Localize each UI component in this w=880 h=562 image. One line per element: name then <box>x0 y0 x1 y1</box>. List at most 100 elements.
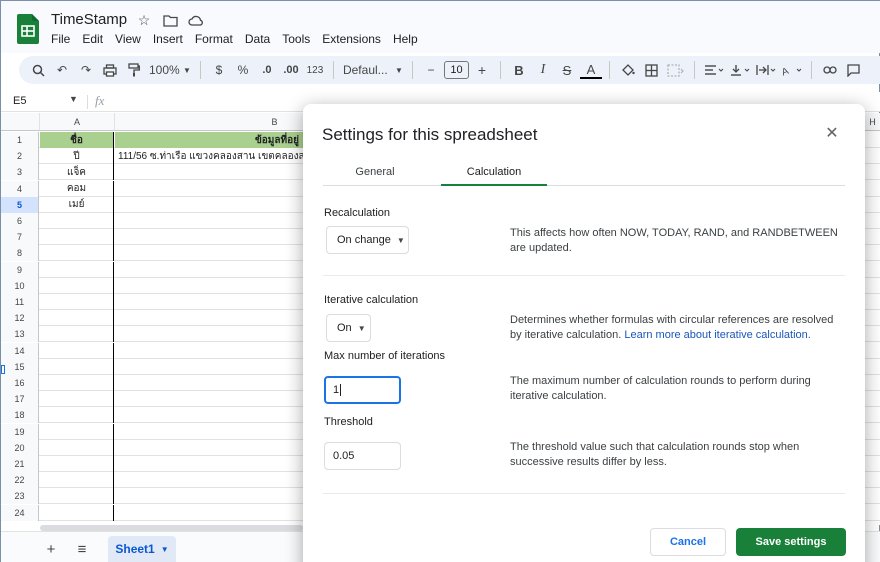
cell-a[interactable]: คอม <box>40 180 114 197</box>
cell-b[interactable] <box>115 197 305 213</box>
row-header[interactable]: 11 <box>1 294 39 310</box>
strikethrough-button[interactable]: S <box>556 59 578 81</box>
cell-b[interactable] <box>115 359 305 375</box>
row-header[interactable]: 18 <box>1 407 39 424</box>
cell-b[interactable] <box>115 391 305 407</box>
horizontal-align-icon[interactable] <box>702 59 726 81</box>
cell-a[interactable]: เมย์ <box>40 196 114 213</box>
font-size-input[interactable]: 10 <box>443 61 469 79</box>
cell-a[interactable] <box>40 439 114 456</box>
cell-a[interactable] <box>40 423 114 440</box>
cell-b[interactable]: 111/56 ซ.ท่าเรือ แขวงคลองสาน เขตคลองส <box>115 148 305 164</box>
star-icon[interactable]: ☆ <box>135 11 153 29</box>
cell-b[interactable] <box>115 245 305 261</box>
cell-b[interactable] <box>115 213 305 229</box>
select-all-corner[interactable] <box>1 113 40 131</box>
cell-b[interactable] <box>115 326 305 342</box>
row-header[interactable]: 19 <box>1 423 39 440</box>
cell-b[interactable] <box>115 262 305 278</box>
cell-b[interactable] <box>115 407 305 423</box>
insert-link-icon[interactable] <box>819 59 841 81</box>
cell-b[interactable] <box>115 440 305 456</box>
menu-help[interactable]: Help <box>387 32 424 46</box>
cell-a[interactable] <box>40 375 114 391</box>
cell-a[interactable] <box>40 213 114 229</box>
cell-a[interactable] <box>40 456 114 472</box>
cell-a[interactable] <box>40 229 114 246</box>
cell-b[interactable] <box>115 456 305 472</box>
row-header[interactable]: 7 <box>1 229 39 246</box>
row-header[interactable]: 10 <box>1 277 39 294</box>
undo-icon[interactable]: ↶ <box>51 59 73 81</box>
menu-insert[interactable]: Insert <box>147 32 189 46</box>
row-header[interactable]: 9 <box>1 261 39 278</box>
menu-extensions[interactable]: Extensions <box>316 32 387 46</box>
name-box[interactable]: E5 <box>13 95 26 107</box>
menu-tools[interactable]: Tools <box>276 32 316 46</box>
fill-color-icon[interactable] <box>617 59 639 81</box>
menu-edit[interactable]: Edit <box>76 32 109 46</box>
cell-b[interactable] <box>115 310 305 326</box>
menu-format[interactable]: Format <box>189 32 239 46</box>
row-header[interactable]: 14 <box>1 342 39 359</box>
cell-a[interactable] <box>40 391 114 408</box>
cell-a[interactable] <box>40 342 114 359</box>
cell-b[interactable] <box>115 229 305 245</box>
cell-a[interactable] <box>40 407 114 424</box>
cancel-button[interactable]: Cancel <box>650 528 726 556</box>
all-sheets-icon[interactable]: ≡ <box>72 540 92 558</box>
row-header[interactable]: 15 <box>1 358 39 375</box>
column-header-h[interactable]: H <box>865 113 880 131</box>
percent-format-button[interactable]: % <box>232 59 254 81</box>
cell-b[interactable] <box>115 181 305 197</box>
column-header-a[interactable]: A <box>40 113 115 131</box>
text-color-button[interactable]: A <box>579 61 602 79</box>
iterative-calculation-select[interactable]: On ▼ <box>326 314 371 342</box>
cell-a[interactable] <box>40 310 114 327</box>
print-icon[interactable] <box>99 59 121 81</box>
cell-b[interactable] <box>115 472 305 488</box>
menu-view[interactable]: View <box>109 32 147 46</box>
row-header[interactable]: 17 <box>1 391 39 408</box>
italic-button[interactable]: I <box>532 59 554 81</box>
cell-b[interactable] <box>115 505 305 521</box>
chevron-down-icon[interactable]: ▼ <box>161 545 169 554</box>
max-iterations-input[interactable]: 1 <box>324 376 401 404</box>
recalculation-select[interactable]: On change ▼ <box>326 226 409 254</box>
row-header[interactable]: 20 <box>1 439 39 456</box>
learn-more-link[interactable]: Learn more about iterative calculation. <box>624 329 811 341</box>
row-header[interactable]: 16 <box>1 375 39 391</box>
row-header[interactable]: 12 <box>1 310 39 327</box>
move-folder-icon[interactable] <box>161 11 179 29</box>
row-header[interactable]: 4 <box>1 180 39 197</box>
bold-button[interactable]: B <box>508 59 530 81</box>
row-header[interactable]: 2 <box>1 148 39 165</box>
text-rotation-icon[interactable]: A <box>780 59 804 81</box>
cloud-status-icon[interactable] <box>187 11 205 29</box>
row-header[interactable]: 23 <box>1 488 39 505</box>
cell-b[interactable] <box>115 278 305 294</box>
cell-a[interactable]: ปี <box>40 148 114 165</box>
paint-format-icon[interactable] <box>123 59 145 81</box>
cell-a[interactable]: ชื่อ <box>40 132 114 148</box>
document-title[interactable]: TimeStamp <box>51 11 127 28</box>
row-header[interactable]: 6 <box>1 213 39 229</box>
row-header[interactable]: 1 <box>1 132 39 148</box>
row-header[interactable]: 24 <box>1 504 39 521</box>
selection-handle[interactable] <box>1 365 5 374</box>
row-header[interactable]: 3 <box>1 164 39 181</box>
threshold-input[interactable]: 0.05 <box>324 442 401 470</box>
cell-a[interactable] <box>40 326 114 343</box>
insert-comment-icon[interactable] <box>843 59 865 81</box>
cell-a[interactable] <box>40 277 114 294</box>
row-header[interactable]: 13 <box>1 326 39 343</box>
cell-a[interactable] <box>40 294 114 310</box>
cell-a[interactable] <box>40 261 114 278</box>
cell-b[interactable] <box>115 164 305 180</box>
more-formats-button[interactable]: 123 <box>304 59 326 81</box>
row-header[interactable]: 22 <box>1 472 39 489</box>
borders-icon[interactable] <box>641 59 663 81</box>
decrease-decimal-button[interactable]: .0 <box>256 59 278 81</box>
save-settings-button[interactable]: Save settings <box>736 528 846 556</box>
increase-decimal-button[interactable]: .00 <box>280 59 302 81</box>
